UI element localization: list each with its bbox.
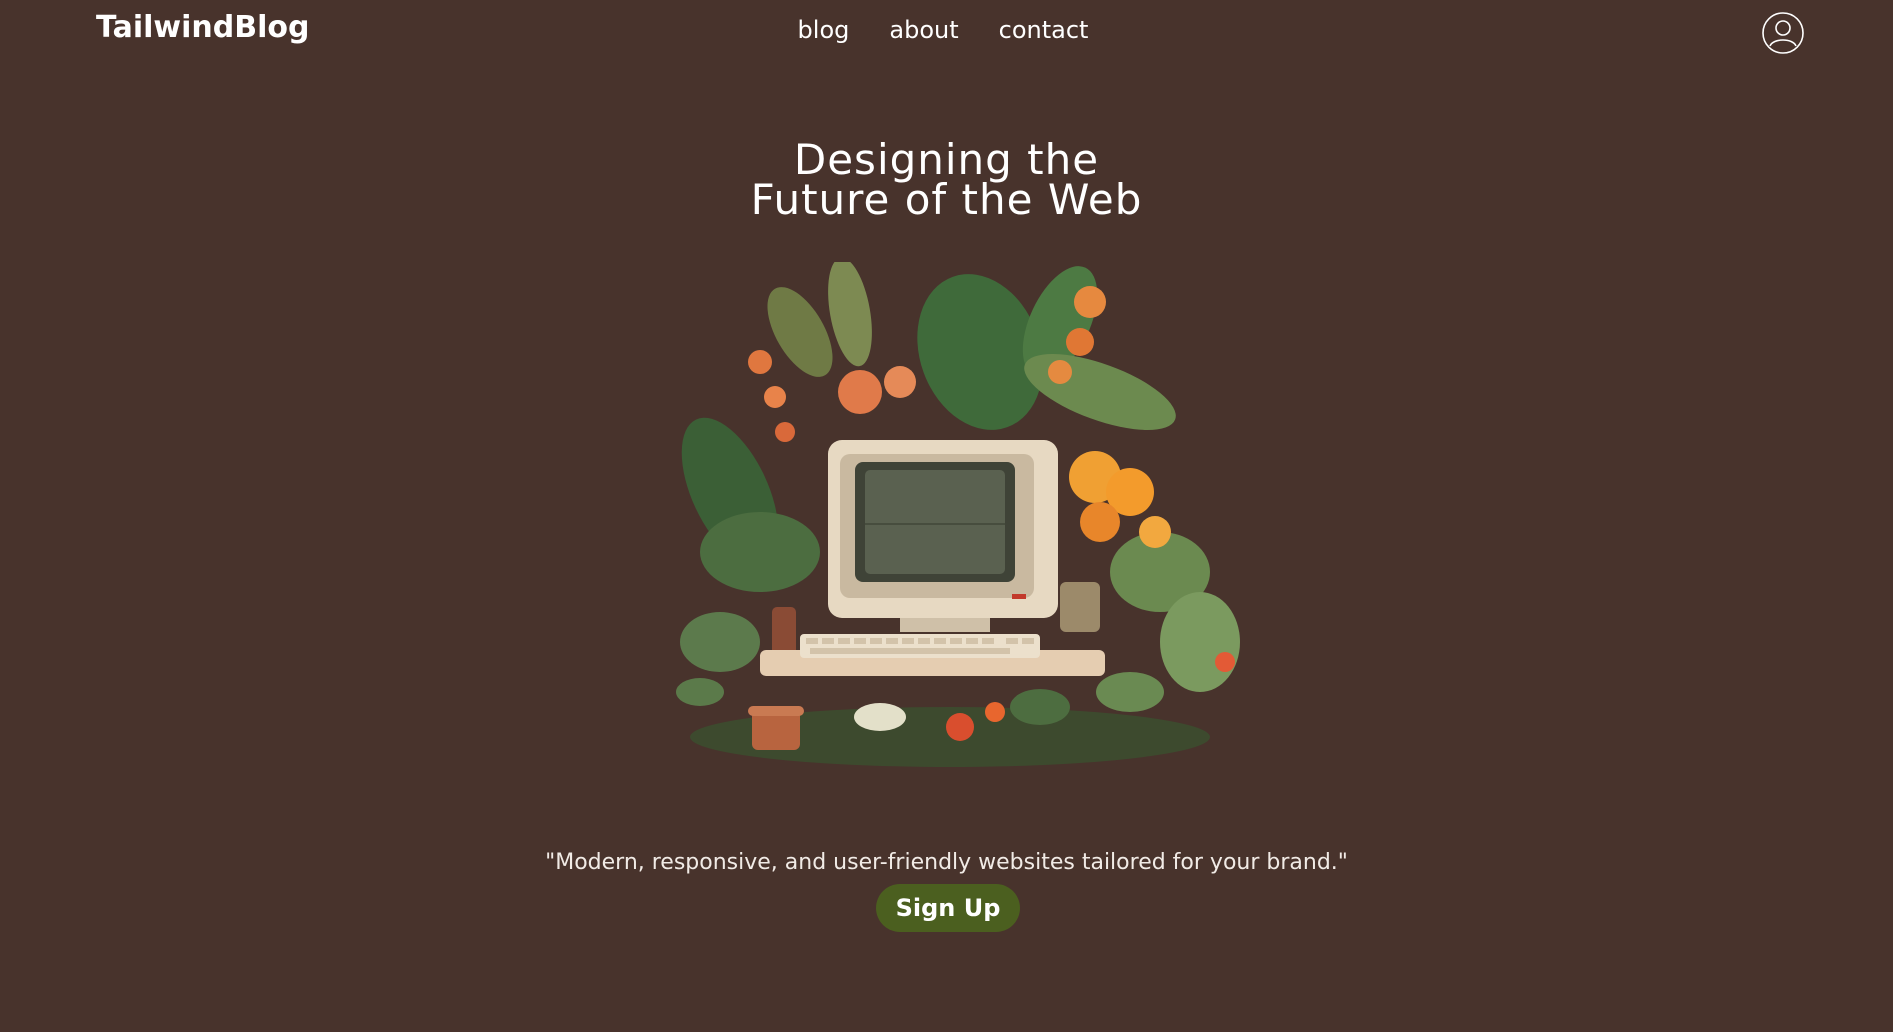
hero-title: Designing the Future of the Web bbox=[0, 135, 1893, 224]
retro-computer-with-plants-image bbox=[676, 257, 1240, 767]
hero-illustration bbox=[660, 257, 1250, 772]
sign-up-button[interactable]: Sign Up bbox=[876, 884, 1020, 932]
user-circle-icon bbox=[1762, 12, 1804, 54]
site-header: TailwindBlog blog about contact bbox=[0, 0, 1893, 66]
nav-link-about[interactable]: about bbox=[889, 16, 958, 44]
hero-tagline: "Modern, responsive, and user-friendly w… bbox=[545, 850, 1348, 875]
retro-monitor bbox=[828, 440, 1058, 632]
keyboard bbox=[760, 634, 1105, 676]
main-nav: blog about contact bbox=[0, 16, 1893, 44]
hero-title-line-1: Designing the bbox=[793, 135, 1100, 184]
hero-title-line-2: Future of the Web bbox=[750, 175, 1143, 224]
user-account-button[interactable] bbox=[1762, 12, 1804, 54]
nav-link-contact[interactable]: contact bbox=[999, 16, 1089, 44]
nav-link-blog[interactable]: blog bbox=[798, 16, 850, 44]
page: TailwindBlog blog about contact Designin… bbox=[0, 0, 1893, 1032]
